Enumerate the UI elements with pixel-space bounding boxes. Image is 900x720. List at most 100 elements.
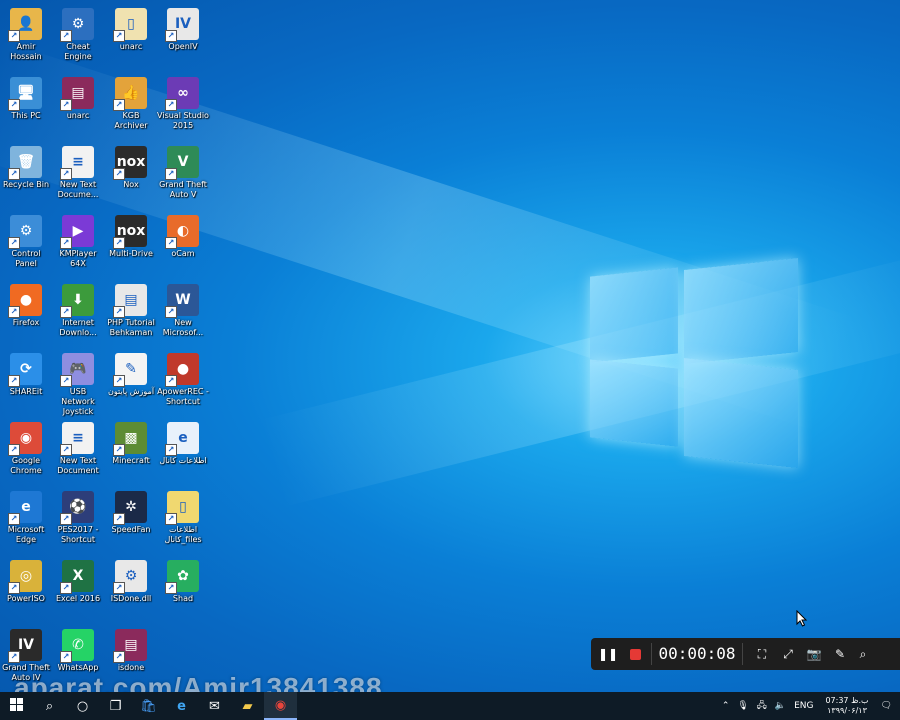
network-icon[interactable]: 🖧 [757, 698, 767, 714]
app-icon: ▩ ↗ [113, 422, 147, 456]
desktop-icon[interactable]: ≡ ↗ New Text Docume... [52, 142, 104, 208]
desktop-icon[interactable]: 👤 ↗ Amir Hossain [0, 4, 52, 70]
search-button[interactable]: ⌕ [33, 692, 66, 720]
desktop-icon[interactable]: ▩ ↗ Minecraft [105, 418, 157, 484]
notifications-icon[interactable]: 🗨 [881, 701, 892, 711]
cortana-button[interactable]: ○ [66, 692, 99, 720]
volume-icon[interactable]: 🔈 [775, 701, 786, 711]
shortcut-arrow-icon: ↗ [165, 513, 177, 525]
desktop[interactable]: 👤 ↗ Amir Hossain 🖥 ↗ This PC 🗑 ↗ Recycle Bin ⚙ ↗ Co… [0, 0, 900, 692]
taskbar-clock[interactable]: 07:37 ب.ظ ۱۳۹۹/۰۶/۱۳ [825, 696, 868, 716]
microphone-icon[interactable]: 🎙 [737, 701, 748, 711]
desktop-icon[interactable]: ✲ ↗ SpeedFan [105, 487, 157, 553]
desktop-icon-label: ISDone.dll [110, 594, 152, 603]
app-icon: ▯ ↗ [165, 491, 199, 525]
desktop-icon[interactable]: ● ↗ ApowerREC - Shortcut [157, 349, 209, 415]
desktop-icon[interactable]: 🖥 ↗ This PC [0, 73, 52, 139]
app-icon: ◎ ↗ [8, 560, 42, 594]
desktop-icon-label: SpeedFan [111, 525, 151, 534]
chevron-up-icon[interactable]: ⌃ [722, 701, 730, 711]
desktop-icon[interactable]: nox ↗ Nox [105, 142, 157, 208]
task-view-button[interactable]: ❐ [99, 692, 132, 720]
desktop-icon[interactable]: X ↗ Excel 2016 [52, 556, 104, 622]
desktop-icon[interactable]: ▤ ↗ unarc [52, 73, 104, 139]
desktop-icon-label: New Microsof... [162, 318, 204, 337]
annotate-button[interactable]: ✎ [827, 638, 853, 670]
desktop-icon[interactable]: e ↗ اطلاعات كانال [157, 418, 209, 484]
taskbar-app-mail[interactable]: ✉ [198, 692, 231, 720]
language-indicator[interactable]: ENG [794, 701, 813, 711]
shortcut-arrow-icon: ↗ [165, 375, 177, 387]
desktop-icon[interactable]: ⚙ ↗ Cheat Engine [52, 4, 104, 70]
desktop-icon[interactable]: ▤ ↗ PHP Tutorial Behkaman [105, 280, 157, 346]
desktop-icon[interactable]: ⟳ ↗ SHAREit [0, 349, 52, 415]
desktop-icon[interactable]: W ↗ New Microsof... [157, 280, 209, 346]
app-icon: ▤ ↗ [113, 284, 147, 318]
shortcut-arrow-icon: ↗ [8, 651, 20, 663]
desktop-icon[interactable]: ◎ ↗ PowerISO [0, 556, 52, 622]
desktop-icon[interactable]: V ↗ Grand Theft Auto V [157, 142, 209, 208]
desktop-icon[interactable]: ⚽ ↗ PES2017 - Shortcut [52, 487, 104, 553]
windows-logo [588, 254, 800, 468]
stop-button[interactable] [625, 638, 645, 670]
start-button[interactable] [0, 692, 33, 720]
region-button[interactable]: ⛶ [749, 638, 775, 670]
desktop-icon-label: KMPlayer 64X [59, 249, 97, 268]
taskbar-app-store[interactable]: 🛍 [132, 692, 165, 720]
app-icon: e ↗ [8, 491, 42, 525]
desktop-icon[interactable]: 🎮 ↗ USB Network Joystick [52, 349, 104, 416]
desktop-icon[interactable]: ✎ ↗ آموزش پایتون [105, 349, 157, 415]
desktop-icon[interactable]: ● ↗ Firefox [0, 280, 52, 346]
app-icon: ≡ ↗ [60, 422, 94, 456]
desktop-icon[interactable]: e ↗ Microsoft Edge [0, 487, 52, 553]
shortcut-arrow-icon: ↗ [8, 168, 20, 180]
desktop-icon-label: Minecraft [112, 456, 150, 465]
stop-icon [629, 648, 641, 660]
desktop-icon-label: Amir Hossain [10, 42, 42, 61]
fullscreen-button[interactable]: ⤢ [775, 638, 801, 670]
desktop-icon-label: Google Chrome [10, 456, 42, 475]
desktop-icon[interactable]: 🗑 ↗ Recycle Bin [0, 142, 52, 208]
system-tray: ⌃ 🎙 🖧 🔈 ENG 07:37 ب.ظ ۱۳۹۹/۰۶/۱۳ 🗨 [718, 692, 900, 720]
app-icon: ⟳ ↗ [8, 353, 42, 387]
desktop-icon[interactable]: ▯ ↗ unarc [105, 4, 157, 70]
desktop-icon-label: Nox [123, 180, 139, 189]
desktop-icon[interactable]: IV ↗ OpenIV [157, 4, 209, 70]
desktop-icon[interactable]: ⚙ ↗ ISDone.dll [105, 556, 157, 622]
taskbar-app-explorer[interactable]: ▰ [231, 692, 264, 720]
screen-recorder-toolbar: ❚❚ 00:00:08 ⛶ ⤢ 📷 ✎ ⌕ [591, 638, 900, 670]
screenshot-button[interactable]: 📷 [801, 638, 827, 670]
desktop-icon[interactable]: ▶ ↗ KMPlayer 64X [52, 211, 104, 277]
pause-button[interactable]: ❚❚ [591, 638, 625, 670]
camera-icon: 📷 [806, 647, 822, 661]
desktop-icon[interactable]: 👍 ↗ KGB Archiver [105, 73, 157, 139]
desktop-icon[interactable]: nox ↗ Multi-Drive [105, 211, 157, 277]
desktop-icon[interactable]: ⬇ ↗ Internet Downlo... [52, 280, 104, 346]
desktop-icon[interactable]: ✿ ↗ Shad [157, 556, 209, 622]
shortcut-arrow-icon: ↗ [8, 582, 20, 594]
chrome-icon: ◉ [274, 697, 287, 713]
desktop-icon[interactable]: ≡ ↗ New Text Document [52, 418, 104, 484]
desktop-icon[interactable]: ◐ ↗ oCam [157, 211, 209, 277]
desktop-icon-label: KGB Archiver [114, 111, 148, 130]
shortcut-arrow-icon: ↗ [60, 306, 72, 318]
desktop-icon-label: Recycle Bin [2, 180, 50, 189]
app-icon: nox ↗ [113, 146, 147, 180]
desktop-icon-label: Internet Downlo... [59, 318, 97, 337]
more-button[interactable]: ⌕ [853, 638, 873, 670]
desktop-icon[interactable]: ◉ ↗ Google Chrome [0, 418, 52, 484]
desktop-icon[interactable]: ▯ ↗ اطلاعات كانال_files [157, 487, 209, 553]
desktop-icon[interactable]: ∞ ↗ Visual Studio 2015 [157, 73, 209, 139]
shortcut-arrow-icon: ↗ [8, 375, 20, 387]
desktop-icon[interactable]: ⚙ ↗ Control Panel [0, 211, 52, 277]
cortana-icon: ○ [76, 698, 89, 714]
app-icon: ⚽ ↗ [60, 491, 94, 525]
desktop-icon-label: New Text Document [57, 456, 99, 475]
shortcut-arrow-icon: ↗ [165, 237, 177, 249]
desktop-icon-label: unarc [66, 111, 90, 120]
taskbar-app-edge[interactable]: e [165, 692, 198, 720]
desktop-icon-label: آموزش پایتون [107, 387, 155, 396]
app-icon: ∞ ↗ [165, 77, 199, 111]
shortcut-arrow-icon: ↗ [8, 306, 20, 318]
taskbar-app-chrome[interactable]: ◉ [264, 692, 297, 720]
